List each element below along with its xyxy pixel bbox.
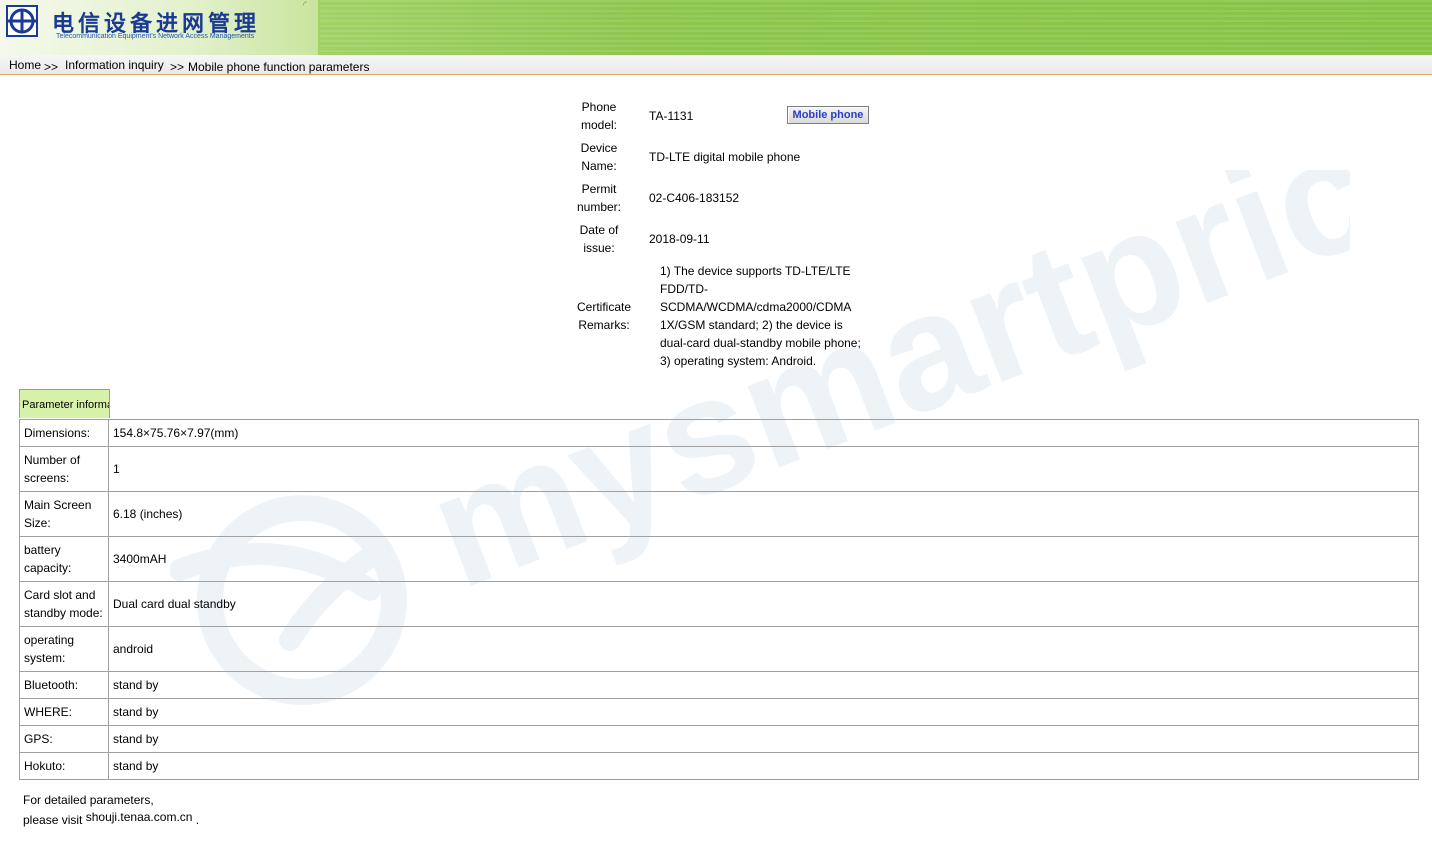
certificate-remarks-value: 1) The device supports TD-LTE/LTE FDD/TD… bbox=[660, 264, 861, 368]
breadcrumb-separator: >> bbox=[44, 60, 59, 74]
param-label: Hokuto: bbox=[19, 752, 109, 780]
permit-number-value: 02-C406-183152 bbox=[649, 191, 740, 205]
param-value: 1 bbox=[108, 446, 1419, 492]
breadcrumb-separator: >> bbox=[170, 60, 185, 74]
device-name-value: TD-LTE digital mobile phone bbox=[649, 150, 801, 164]
param-value: stand by bbox=[108, 725, 1419, 753]
table-row: Main Screen Size: 6.18 (inches) bbox=[19, 491, 1419, 537]
breadcrumb-information-inquiry-link[interactable]: Information inquiry bbox=[65, 58, 164, 72]
param-value: stand by bbox=[108, 671, 1419, 699]
site-title-en: Telecommunication Equipment's Network Ac… bbox=[56, 33, 255, 40]
param-label: WHERE: bbox=[19, 698, 109, 726]
footer-text: For detailed parameters, bbox=[23, 793, 154, 807]
tenaa-website-link[interactable]: shouji.tenaa.com.cn bbox=[86, 810, 193, 824]
param-value: stand by bbox=[108, 698, 1419, 726]
param-label: operating system: bbox=[19, 626, 109, 672]
phone-model-label: Phone model: bbox=[580, 100, 618, 132]
table-row: battery capacity: 3400mAH bbox=[19, 536, 1419, 582]
breadcrumb-home-link[interactable]: Home bbox=[9, 58, 41, 72]
logo-panel: 电信设备进网管理 Telecommunication Equipment's N… bbox=[0, 0, 318, 55]
table-row: Card slot and standby mode: Dual card du… bbox=[19, 581, 1419, 627]
param-value: android bbox=[108, 626, 1419, 672]
param-label: Card slot and standby mode: bbox=[19, 581, 109, 627]
param-value: Dual card dual standby bbox=[108, 581, 1419, 627]
footer-visit-line: please visit shouji.tenaa.com.cn . bbox=[23, 810, 200, 828]
param-value: 3400mAH bbox=[108, 536, 1419, 582]
table-row: GPS: stand by bbox=[19, 725, 1419, 753]
breadcrumb: Home >> Information inquiry >> Mobile ph… bbox=[0, 55, 1432, 75]
param-value: stand by bbox=[108, 752, 1419, 780]
parameter-information-tab[interactable]: Parameter information bbox=[19, 389, 110, 418]
param-label: Dimensions: bbox=[19, 419, 109, 447]
param-value: 154.8×75.76×7.97(mm) bbox=[108, 419, 1419, 447]
logo-icon bbox=[6, 5, 38, 37]
footer-visit-suffix: . bbox=[195, 813, 200, 827]
table-row: operating system: android bbox=[19, 626, 1419, 672]
phone-model-value: TA-1131 bbox=[649, 109, 694, 123]
permit-number-label: Permit number: bbox=[576, 182, 622, 214]
parameter-table: Dimensions: 154.8×75.76×7.97(mm) Number … bbox=[19, 419, 1419, 780]
date-of-issue-value: 2018-09-11 bbox=[649, 232, 710, 246]
param-label: Bluetooth: bbox=[19, 671, 109, 699]
device-name-label: Device Name: bbox=[580, 141, 618, 173]
corner-ornament-icon: ◜ bbox=[303, 0, 307, 11]
table-row: Hokuto: stand by bbox=[19, 752, 1419, 780]
table-row: Number of screens: 1 bbox=[19, 446, 1419, 492]
date-of-issue-label: Date of issue: bbox=[579, 223, 619, 255]
param-label: battery capacity: bbox=[19, 536, 109, 582]
certificate-remarks-label: Certificate Remarks: bbox=[576, 300, 632, 332]
mobile-phone-button[interactable]: Mobile phone bbox=[787, 106, 869, 124]
table-row: Dimensions: 154.8×75.76×7.97(mm) bbox=[19, 419, 1419, 447]
param-label: Main Screen Size: bbox=[19, 491, 109, 537]
param-value: 6.18 (inches) bbox=[108, 491, 1419, 537]
footer-visit-prefix: please visit bbox=[23, 813, 83, 827]
banner-stripes bbox=[320, 0, 1432, 55]
param-label: GPS: bbox=[19, 725, 109, 753]
table-row: Bluetooth: stand by bbox=[19, 671, 1419, 699]
header-banner: 电信设备进网管理 Telecommunication Equipment's N… bbox=[0, 0, 1432, 55]
breadcrumb-current: Mobile phone function parameters bbox=[188, 60, 370, 74]
table-row: WHERE: stand by bbox=[19, 698, 1419, 726]
param-label: Number of screens: bbox=[19, 446, 109, 492]
